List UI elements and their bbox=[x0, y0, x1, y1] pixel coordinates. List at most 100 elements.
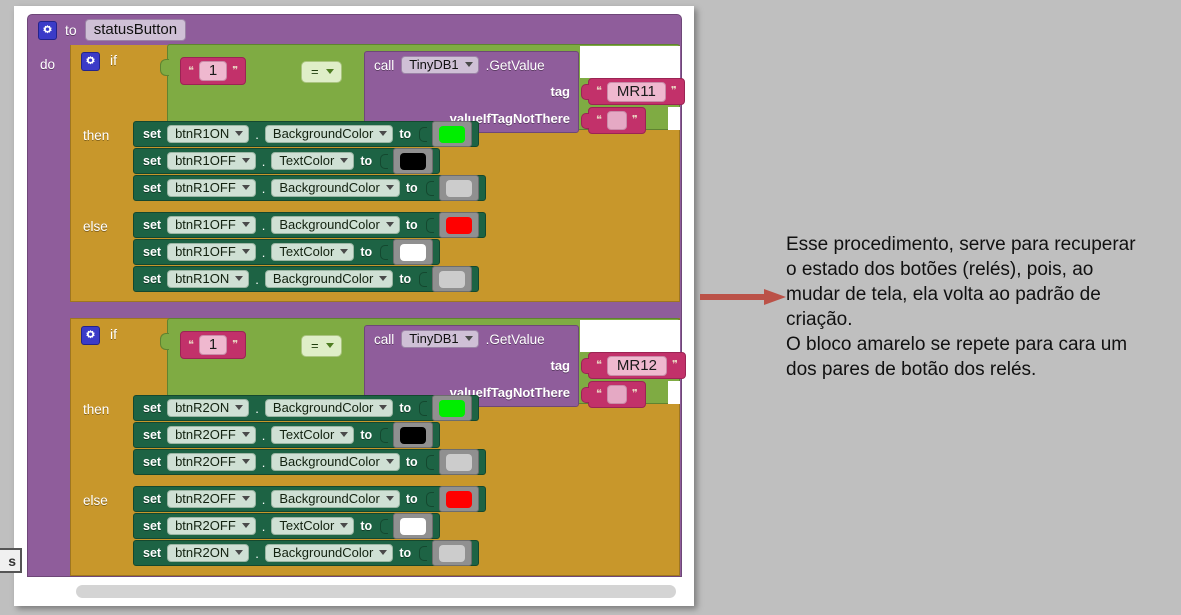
property-dropdown[interactable]: BackgroundColor bbox=[264, 270, 394, 288]
color-swatch-block[interactable] bbox=[432, 121, 473, 147]
component-name: btnR2OFF bbox=[175, 454, 236, 469]
component-dropdown[interactable]: btnR2OFF bbox=[167, 453, 256, 471]
property-dropdown[interactable]: BackgroundColor bbox=[264, 544, 394, 562]
color-swatch-block[interactable] bbox=[393, 148, 434, 174]
color-swatch-block[interactable] bbox=[432, 266, 473, 292]
text-value-field[interactable]: 1 bbox=[198, 61, 228, 81]
set-block[interactable]: set btnR2ON . BackgroundColor to bbox=[133, 395, 480, 421]
color-swatch-block[interactable] bbox=[393, 513, 434, 539]
set-block[interactable]: set btnR1OFF . BackgroundColor to bbox=[133, 175, 486, 201]
chevron-down-icon bbox=[241, 222, 250, 227]
tag-value-field[interactable]: MR11 bbox=[606, 81, 666, 102]
color-swatch-block[interactable] bbox=[393, 422, 434, 448]
chevron-down-icon bbox=[235, 276, 244, 281]
component-name: btnR2OFF bbox=[175, 518, 236, 533]
set-block[interactable]: set btnR2OFF . BackgroundColor to bbox=[133, 486, 486, 512]
quote-mark: ❝ bbox=[188, 64, 194, 77]
procedure-name-field[interactable]: statusButton bbox=[84, 19, 187, 41]
separator-dot: . bbox=[261, 244, 266, 260]
separator-dot: . bbox=[261, 427, 266, 443]
to-keyword: to bbox=[399, 401, 412, 415]
gear-icon[interactable] bbox=[81, 326, 100, 345]
component-name: btnR1OFF bbox=[175, 180, 236, 195]
property-dropdown[interactable]: BackgroundColor bbox=[271, 179, 400, 197]
blocks-canvas[interactable]: to statusButton do if ❝ 1 ❞ = call TinyD… bbox=[14, 6, 694, 606]
comparison-block-2[interactable]: ❝ 1 ❞ = call TinyDB1 .GetValue tag value… bbox=[160, 318, 686, 408]
color-swatch-block[interactable] bbox=[438, 486, 479, 512]
property-dropdown[interactable]: TextColor bbox=[271, 243, 355, 261]
quote-mark: ❞ bbox=[671, 359, 678, 371]
set-block[interactable]: set btnR1OFF . BackgroundColor to bbox=[133, 212, 486, 238]
comparison-block-1[interactable]: ❝ 1 ❞ = call TinyDB1 .GetValue tag value… bbox=[160, 44, 685, 134]
tag-value-block-1[interactable]: ❝ MR11 ❞ bbox=[581, 78, 685, 105]
color-swatch-block[interactable] bbox=[393, 239, 434, 265]
property-dropdown[interactable]: TextColor bbox=[271, 426, 355, 444]
to-keyword: to bbox=[399, 272, 412, 286]
annotation-text: Esse procedimento, serve para recuperar … bbox=[786, 232, 1176, 382]
color-swatch-block[interactable] bbox=[432, 540, 473, 566]
property-dropdown[interactable]: TextColor bbox=[271, 517, 355, 535]
set-block[interactable]: set btnR1ON . BackgroundColor to bbox=[133, 266, 480, 292]
component-dropdown[interactable]: btnR1ON bbox=[167, 270, 250, 288]
color-swatch-block[interactable] bbox=[438, 175, 479, 201]
set-block[interactable]: set btnR1OFF . TextColor to bbox=[133, 239, 441, 265]
set-block[interactable]: set btnR1ON . BackgroundColor to bbox=[133, 121, 480, 147]
set-keyword: set bbox=[143, 455, 162, 469]
property-dropdown[interactable]: BackgroundColor bbox=[271, 453, 400, 471]
set-block[interactable]: set btnR2OFF . BackgroundColor to bbox=[133, 449, 486, 475]
component-dropdown[interactable]: btnR2OFF bbox=[167, 490, 256, 508]
set-block[interactable]: set btnR1OFF . TextColor to bbox=[133, 148, 441, 174]
property-dropdown[interactable]: BackgroundColor bbox=[271, 216, 400, 234]
component-dropdown[interactable]: btnR2OFF bbox=[167, 426, 256, 444]
tag-value-block-2[interactable]: ❝ MR12 ❞ bbox=[581, 352, 686, 379]
component-name: btnR2ON bbox=[175, 400, 230, 415]
component-dropdown[interactable]: btnR1OFF bbox=[167, 179, 256, 197]
text-value-field[interactable]: 1 bbox=[198, 335, 228, 355]
set-block[interactable]: set btnR2ON . BackgroundColor to bbox=[133, 540, 480, 566]
property-name: TextColor bbox=[279, 427, 335, 442]
component-dropdown[interactable]: btnR2ON bbox=[167, 399, 250, 417]
component-dropdown[interactable]: btnR1OFF bbox=[167, 152, 256, 170]
if-block-1[interactable]: if ❝ 1 ❞ = call TinyDB1 .GetValue tag va… bbox=[70, 44, 685, 302]
operator-dropdown-2[interactable]: = bbox=[301, 335, 342, 357]
property-dropdown[interactable]: TextColor bbox=[271, 152, 355, 170]
color-chip bbox=[445, 490, 472, 508]
call-header-2: call TinyDB1 .GetValue bbox=[365, 326, 578, 352]
component-dropdown[interactable]: btnR1OFF bbox=[167, 216, 256, 234]
gear-icon[interactable] bbox=[81, 52, 100, 71]
text-block-left-2[interactable]: ❝ 1 ❞ bbox=[180, 331, 247, 359]
horizontal-scrollbar[interactable] bbox=[76, 585, 676, 598]
chevron-down-icon bbox=[235, 550, 244, 555]
annotation-line-5: O bloco amarelo se repete para cara um bbox=[786, 334, 1128, 355]
color-swatch-block[interactable] bbox=[438, 449, 479, 475]
color-chip bbox=[439, 270, 466, 288]
if-block-2[interactable]: if ❝ 1 ❞ = call TinyDB1 .GetValue tag va… bbox=[70, 318, 686, 576]
set-block[interactable]: set btnR2OFF . TextColor to bbox=[133, 513, 441, 539]
operator-dropdown-1[interactable]: = bbox=[301, 61, 342, 83]
set-block[interactable]: set btnR2OFF . TextColor to bbox=[133, 422, 441, 448]
chevron-down-icon bbox=[241, 432, 250, 437]
chevron-down-icon bbox=[325, 69, 334, 74]
canvas-gap bbox=[580, 320, 680, 352]
set-keyword: set bbox=[143, 127, 162, 141]
component-dropdown[interactable]: btnR2ON bbox=[167, 544, 250, 562]
tag-value-field[interactable]: MR12 bbox=[606, 355, 667, 376]
then-label: then bbox=[83, 402, 110, 417]
procedure-body: do if ❝ 1 ❞ = call TinyDB1 .GetValue tag… bbox=[28, 44, 686, 576]
component-dropdown[interactable]: btnR1OFF bbox=[167, 243, 256, 261]
to-keyword: to bbox=[405, 455, 418, 469]
chevron-down-icon bbox=[325, 343, 334, 348]
component-dropdown[interactable]: btnR2OFF bbox=[167, 517, 256, 535]
gear-icon[interactable] bbox=[38, 20, 57, 40]
component-dropdown[interactable]: btnR1ON bbox=[167, 125, 250, 143]
procedure-block[interactable]: to statusButton do if ❝ 1 ❞ = call TinyD… bbox=[27, 14, 686, 577]
component-dropdown[interactable]: TinyDB1 bbox=[401, 330, 479, 348]
text-block-left-1[interactable]: ❝ 1 ❞ bbox=[180, 57, 247, 85]
property-dropdown[interactable]: BackgroundColor bbox=[264, 399, 394, 417]
else-branch-1: else set btnR1OFF . BackgroundColor to s… bbox=[71, 210, 679, 301]
color-swatch-block[interactable] bbox=[438, 212, 479, 238]
color-swatch-block[interactable] bbox=[432, 395, 473, 421]
component-dropdown[interactable]: TinyDB1 bbox=[401, 56, 479, 74]
property-dropdown[interactable]: BackgroundColor bbox=[264, 125, 394, 143]
property-dropdown[interactable]: BackgroundColor bbox=[271, 490, 400, 508]
